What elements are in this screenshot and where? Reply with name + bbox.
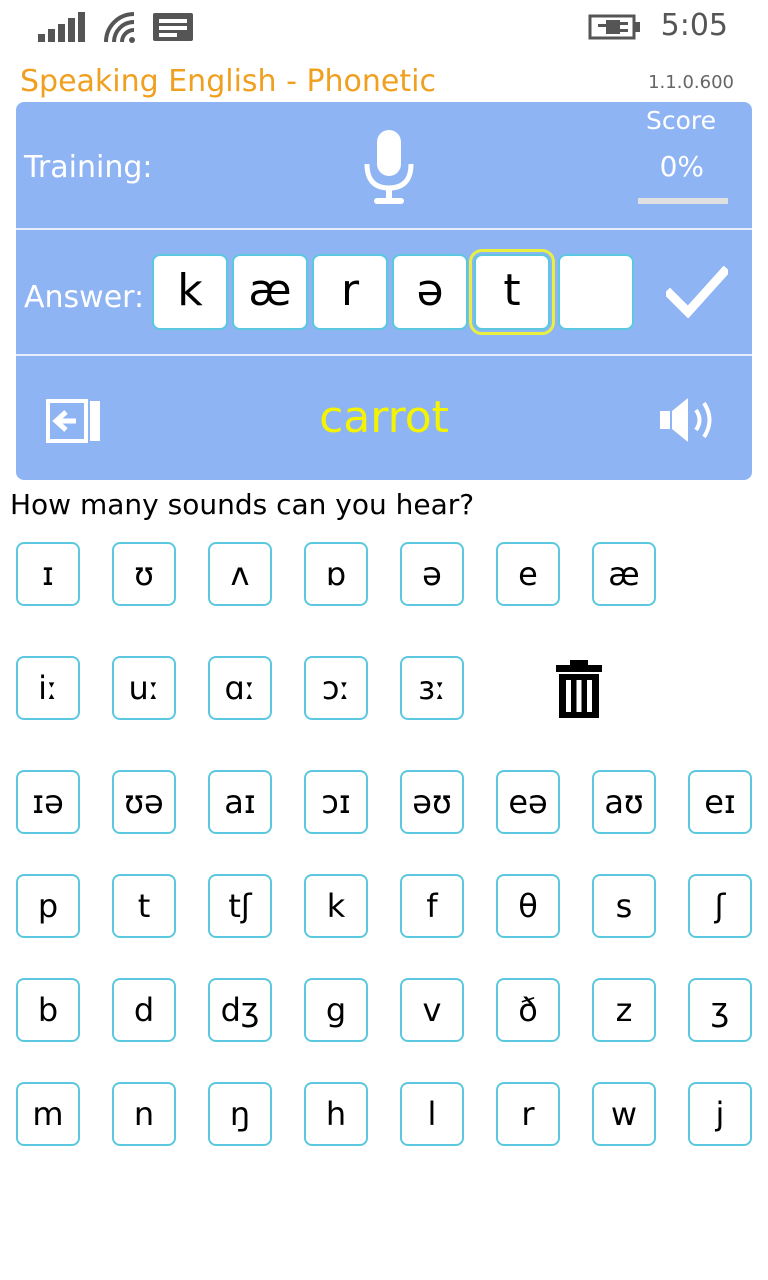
phoneme-key[interactable]: ɪ: [16, 542, 80, 606]
phoneme-key[interactable]: ŋ: [208, 1082, 272, 1146]
phoneme-key[interactable]: l: [400, 1082, 464, 1146]
phoneme-key[interactable]: e: [496, 542, 560, 606]
trash-icon[interactable]: [556, 660, 602, 718]
phoneme-key[interactable]: ʒ: [688, 978, 752, 1042]
answer-slot[interactable]: æ: [232, 254, 308, 330]
status-bar: 5:05: [0, 0, 768, 60]
score-title: Score: [645, 106, 716, 135]
phoneme-key[interactable]: ʊ: [112, 542, 176, 606]
phoneme-key[interactable]: m: [16, 1082, 80, 1146]
message-icon: [153, 13, 193, 41]
phoneme-key[interactable]: z: [592, 978, 656, 1042]
signal-icon: [38, 12, 85, 42]
app-version: 1.1.0.600: [648, 72, 734, 93]
phoneme-key[interactable]: aʊ: [592, 770, 656, 834]
phoneme-key[interactable]: æ: [592, 542, 656, 606]
question-text: How many sounds can you hear?: [10, 488, 475, 521]
phoneme-key[interactable]: ɪə: [16, 770, 80, 834]
phoneme-key[interactable]: uː: [112, 656, 176, 720]
training-row: Training: Score 0%: [16, 102, 752, 230]
answer-slot[interactable]: [558, 254, 634, 330]
phoneme-key[interactable]: dʒ: [208, 978, 272, 1042]
status-time: 5:05: [660, 8, 728, 43]
phoneme-key[interactable]: n: [112, 1082, 176, 1146]
phoneme-key[interactable]: əʊ: [400, 770, 464, 834]
phoneme-key[interactable]: d: [112, 978, 176, 1042]
battery-charging-icon: [588, 14, 640, 40]
checkmark-icon[interactable]: [666, 266, 728, 318]
target-word: carrot: [319, 392, 449, 443]
answer-slot[interactable]: ə: [392, 254, 468, 330]
phoneme-key[interactable]: p: [16, 874, 80, 938]
score-value: 0%: [659, 150, 704, 183]
phoneme-key[interactable]: tʃ: [208, 874, 272, 938]
phoneme-key[interactable]: v: [400, 978, 464, 1042]
phoneme-key[interactable]: ʊə: [112, 770, 176, 834]
score-progress-bar: [638, 198, 728, 204]
phoneme-key[interactable]: h: [304, 1082, 368, 1146]
answer-row: Answer: kærət: [16, 230, 752, 356]
training-label: Training:: [24, 150, 153, 185]
phoneme-key[interactable]: f: [400, 874, 464, 938]
phoneme-key[interactable]: r: [496, 1082, 560, 1146]
phoneme-key[interactable]: b: [16, 978, 80, 1042]
phoneme-key[interactable]: θ: [496, 874, 560, 938]
phoneme-key[interactable]: j: [688, 1082, 752, 1146]
phoneme-key[interactable]: g: [304, 978, 368, 1042]
answer-slot[interactable]: k: [152, 254, 228, 330]
training-panel: Training: Score 0% Answer: kærət carrot: [16, 102, 752, 480]
phoneme-key[interactable]: ɒ: [304, 542, 368, 606]
microphone-icon[interactable]: [362, 130, 416, 206]
word-row: carrot: [16, 356, 752, 480]
phoneme-key[interactable]: ɜː: [400, 656, 464, 720]
answer-slot[interactable]: t: [469, 249, 555, 335]
phoneme-key[interactable]: ð: [496, 978, 560, 1042]
speaker-icon[interactable]: [658, 396, 718, 444]
phoneme-key[interactable]: ɔɪ: [304, 770, 368, 834]
phoneme-key[interactable]: w: [592, 1082, 656, 1146]
phoneme-key[interactable]: ɑː: [208, 656, 272, 720]
phoneme-key[interactable]: eɪ: [688, 770, 752, 834]
phoneme-key[interactable]: ʃ: [688, 874, 752, 938]
phoneme-key[interactable]: aɪ: [208, 770, 272, 834]
phoneme-key[interactable]: iː: [16, 656, 80, 720]
phoneme-key[interactable]: ɔː: [304, 656, 368, 720]
phoneme-key[interactable]: eə: [496, 770, 560, 834]
phoneme-key[interactable]: s: [592, 874, 656, 938]
phoneme-key[interactable]: ə: [400, 542, 464, 606]
answer-label: Answer:: [24, 280, 145, 315]
app-title: Speaking English - Phonetic: [20, 64, 436, 99]
wifi-icon: [104, 12, 135, 43]
answer-slot[interactable]: r: [312, 254, 388, 330]
phoneme-key[interactable]: t: [112, 874, 176, 938]
phoneme-key[interactable]: ʌ: [208, 542, 272, 606]
phoneme-key[interactable]: k: [304, 874, 368, 938]
